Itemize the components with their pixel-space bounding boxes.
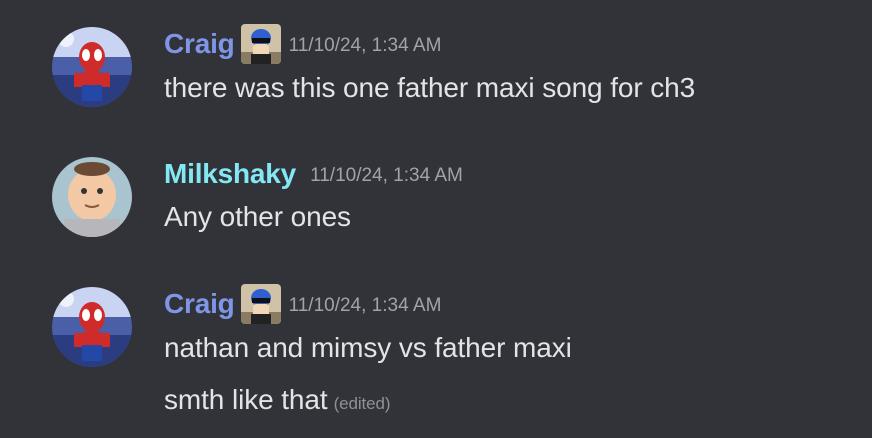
timestamp: 11/10/24, 1:34 AM	[310, 165, 463, 186]
username[interactable]: Milkshaky	[164, 158, 296, 190]
edited-label[interactable]: (edited)	[334, 394, 391, 413]
username[interactable]: Craig	[164, 288, 235, 320]
message-text: smth like that (edited)	[164, 384, 391, 416]
role-badge-icon[interactable]	[240, 24, 281, 64]
timestamp: 11/10/24, 1:34 AM	[288, 35, 442, 56]
message-text: nathan and mimsy vs father maxi	[164, 332, 572, 363]
username[interactable]: Craig	[164, 28, 235, 60]
message-text: there was this one father maxi song for …	[164, 72, 696, 103]
spiderman-avatar[interactable]	[52, 287, 132, 367]
message-text: Any other ones	[164, 201, 351, 232]
spiderman-avatar[interactable]	[52, 27, 132, 107]
role-badge-icon[interactable]	[240, 284, 281, 324]
timestamp: 11/10/24, 1:34 AM	[288, 295, 442, 316]
cartoon-man-avatar[interactable]	[52, 157, 132, 237]
message-text-content: smth like that	[164, 384, 328, 415]
